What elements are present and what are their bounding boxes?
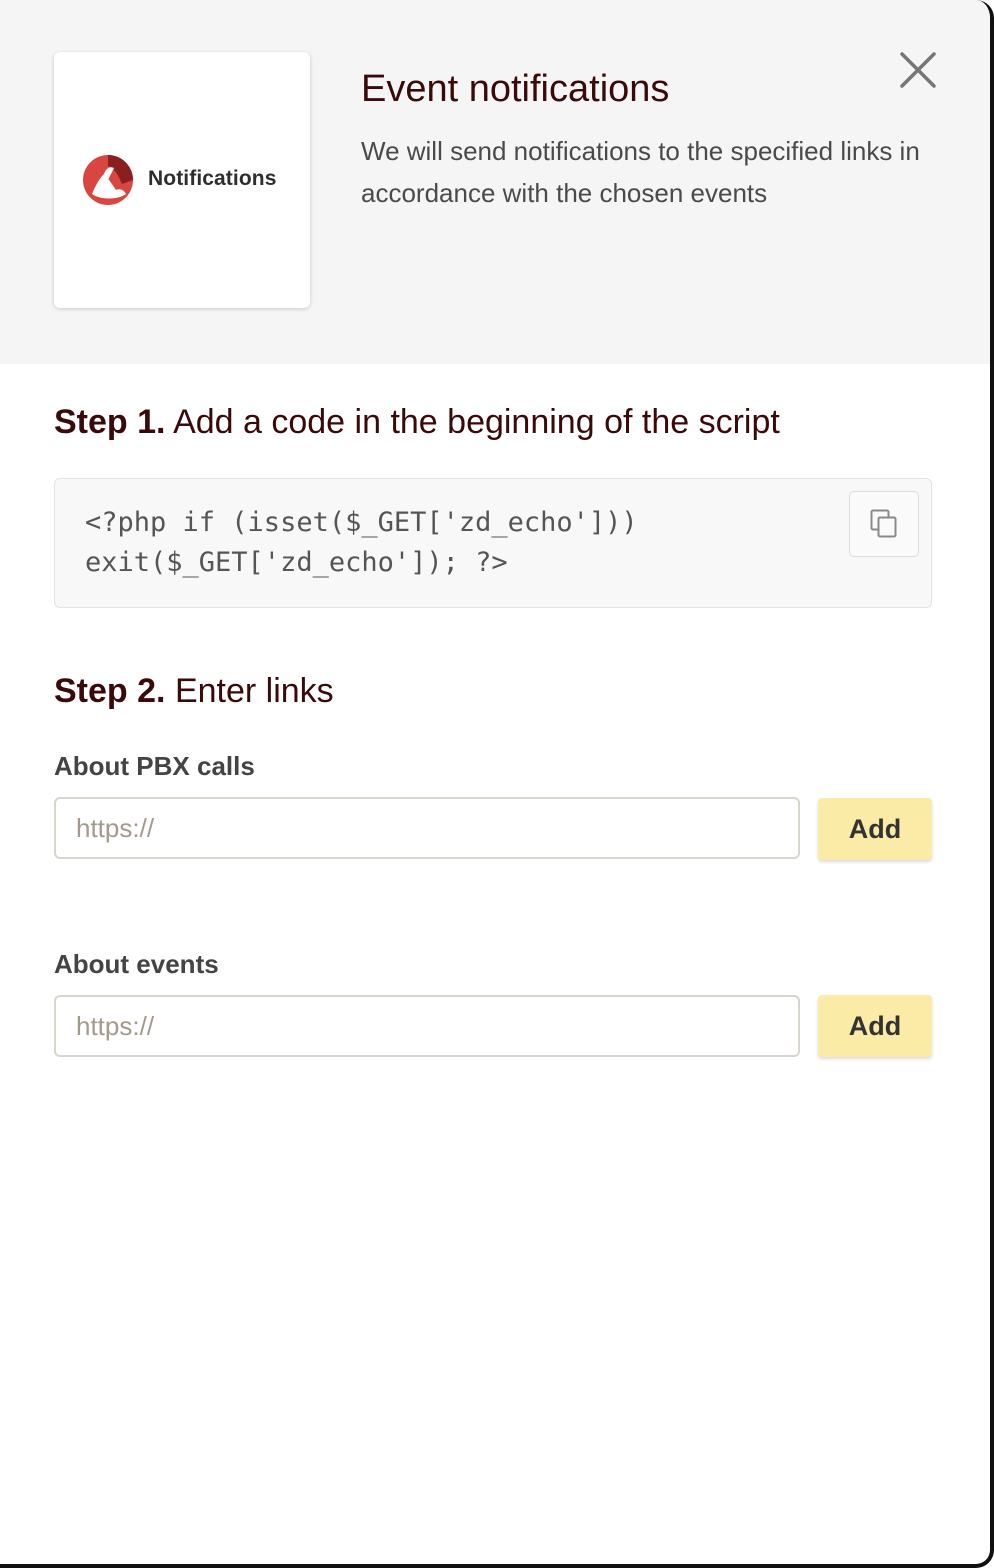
step2-heading: Step 2. Enter links xyxy=(54,672,334,711)
close-icon xyxy=(900,52,936,88)
page-title: Event notifications xyxy=(361,68,670,110)
add-pbx-link-button[interactable]: Add xyxy=(818,798,932,860)
code-snippet-box: <?php if (isset($_GET['zd_echo'])) exit(… xyxy=(54,478,932,608)
pbx-calls-label: About PBX calls xyxy=(54,751,255,781)
step1-heading: Step 1. Add a code in the beginning of t… xyxy=(54,403,780,442)
panel-header: Notifications Event notifications We wil… xyxy=(0,0,990,364)
copy-code-button[interactable] xyxy=(849,491,919,557)
close-button[interactable] xyxy=(896,48,940,92)
events-label: About events xyxy=(54,949,219,979)
page-subtitle: We will send notifications to the specif… xyxy=(361,136,920,208)
step2-text: Enter links xyxy=(174,672,334,710)
app-logo-card: Notifications xyxy=(54,52,310,308)
logo-text: Notifications xyxy=(148,167,277,190)
logo-icon xyxy=(83,155,133,205)
add-events-link-button[interactable]: Add xyxy=(818,995,932,1057)
step2-number: Step 2. xyxy=(54,672,166,710)
copy-icon xyxy=(870,509,897,538)
notifications-panel: Notifications Event notifications We wil… xyxy=(0,0,994,1568)
code-snippet[interactable]: <?php if (isset($_GET['zd_echo'])) exit(… xyxy=(85,503,638,583)
events-url-input[interactable] xyxy=(54,995,800,1057)
step1-text: Add a code in the beginning of the scrip… xyxy=(173,403,780,441)
pbx-calls-url-input[interactable] xyxy=(54,797,800,859)
step1-number: Step 1. xyxy=(54,403,166,441)
